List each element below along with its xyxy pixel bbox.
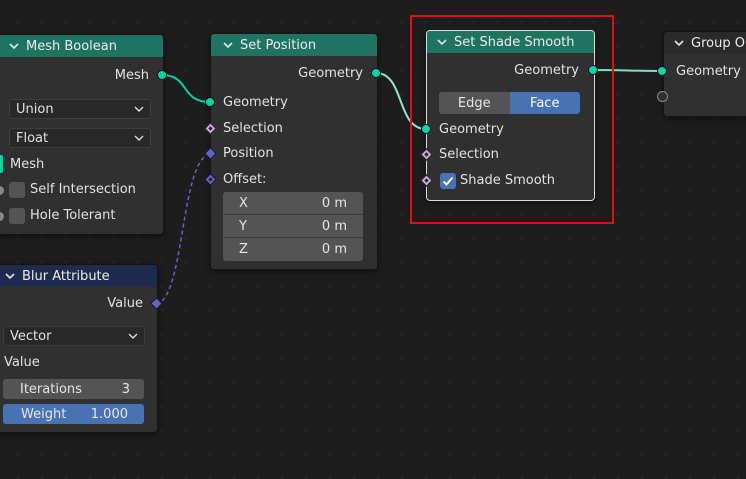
geometry-input-socket[interactable] bbox=[657, 66, 667, 76]
weight-field[interactable]: Weight 1.000 bbox=[3, 404, 144, 424]
self-intersection-label: Self Intersection bbox=[30, 182, 136, 197]
group-output-node[interactable]: Group Ou Geometry bbox=[663, 31, 746, 117]
blur-attribute-header[interactable]: Blur Attribute bbox=[0, 265, 157, 287]
value-label: Value bbox=[4, 355, 40, 370]
position-label: Position bbox=[223, 146, 274, 161]
offset-vector-field[interactable]: X 0 m Y 0 m Z 0 m bbox=[223, 192, 363, 261]
geometry-output-socket[interactable] bbox=[371, 68, 381, 78]
iterations-field[interactable]: Iterations 3 bbox=[3, 379, 144, 399]
mesh-output-socket[interactable] bbox=[157, 70, 167, 80]
data-type-dropdown[interactable]: Vector bbox=[3, 326, 145, 346]
solver-value: Float bbox=[16, 130, 49, 146]
chevron-down-icon[interactable] bbox=[674, 38, 684, 48]
hole-tolerant-checkbox[interactable] bbox=[9, 208, 25, 224]
mesh-boolean-node[interactable]: Mesh Boolean Mesh Union Float Mesh Self … bbox=[0, 34, 164, 235]
link-mesh-to-geometry bbox=[161, 74, 211, 103]
axis-label: X bbox=[239, 195, 248, 211]
input-geometry-label: Geometry bbox=[676, 64, 741, 79]
highlight-box bbox=[410, 15, 614, 224]
node-title: Mesh Boolean bbox=[26, 38, 117, 54]
axis-label: Z bbox=[239, 242, 248, 257]
node-title: Set Position bbox=[240, 37, 317, 53]
weight-value: 1.000 bbox=[90, 406, 128, 422]
hole-tolerant-label: Hole Tolerant bbox=[30, 208, 116, 223]
chevron-down-icon[interactable] bbox=[223, 40, 233, 50]
self-intersection-checkbox[interactable] bbox=[9, 182, 25, 198]
offset-label: Offset: bbox=[223, 172, 267, 187]
offset-z-field[interactable]: Z 0 m bbox=[223, 238, 363, 261]
axis-value: 0 m bbox=[321, 218, 347, 234]
chevron-down-icon bbox=[134, 135, 144, 141]
offset-x-field[interactable]: X 0 m bbox=[223, 192, 363, 215]
iterations-label: Iterations bbox=[20, 381, 82, 397]
chevron-down-icon bbox=[134, 106, 144, 112]
geometry-input-socket[interactable] bbox=[205, 97, 215, 107]
data-type-value: Vector bbox=[10, 328, 52, 344]
output-mesh-label: Mesh bbox=[114, 68, 149, 83]
offset-y-field[interactable]: Y 0 m bbox=[223, 215, 363, 238]
mesh-input-socket[interactable] bbox=[0, 155, 3, 173]
chevron-down-icon[interactable] bbox=[5, 271, 15, 281]
iterations-value: 3 bbox=[121, 381, 130, 397]
solver-dropdown[interactable]: Float bbox=[9, 128, 151, 148]
operation-dropdown[interactable]: Union bbox=[9, 99, 151, 119]
set-position-node[interactable]: Set Position Geometry Geometry Selection… bbox=[210, 33, 378, 270]
output-value-label: Value bbox=[107, 296, 143, 311]
axis-value: 0 m bbox=[321, 195, 347, 211]
node-title: Blur Attribute bbox=[22, 268, 110, 284]
chevron-down-icon bbox=[128, 333, 138, 339]
chevron-down-icon[interactable] bbox=[9, 41, 19, 51]
node-title: Group Ou bbox=[691, 35, 746, 51]
mesh-boolean-header[interactable]: Mesh Boolean bbox=[0, 35, 163, 57]
axis-label: Y bbox=[239, 218, 247, 234]
group-output-header[interactable]: Group Ou bbox=[664, 32, 746, 54]
input-geometry-label: Geometry bbox=[223, 95, 288, 110]
empty-input-socket[interactable] bbox=[657, 91, 668, 102]
output-geometry-label: Geometry bbox=[298, 66, 363, 81]
set-position-header[interactable]: Set Position bbox=[211, 34, 377, 56]
blur-attribute-node[interactable]: Blur Attribute Value Vector Value Iterat… bbox=[0, 264, 158, 433]
link-value-to-position bbox=[155, 153, 211, 305]
axis-value: 0 m bbox=[321, 242, 347, 257]
selection-label: Selection bbox=[223, 121, 283, 136]
operation-value: Union bbox=[16, 101, 54, 117]
input-mesh-label: Mesh bbox=[10, 157, 45, 172]
weight-label: Weight bbox=[21, 406, 67, 422]
